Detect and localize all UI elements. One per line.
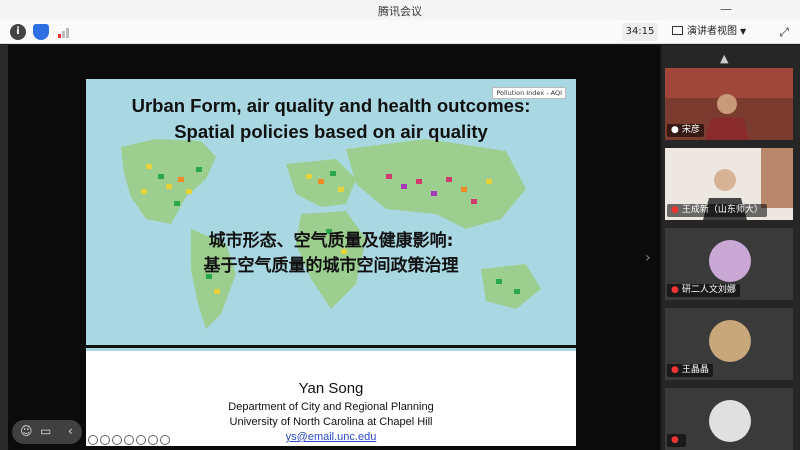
chevron-down-icon: ▼ <box>740 27 747 36</box>
muted-microphone-icon: ● <box>671 205 679 215</box>
participant-video-tile[interactable]: ● 王成新（山东师大） <box>665 148 793 220</box>
avatar <box>709 240 751 282</box>
view-label: 演讲者视图 <box>687 26 737 37</box>
participant-name: 研二人文刘娜 <box>681 285 736 295</box>
avatar <box>709 320 751 362</box>
emoji-icon[interactable]: ☺ <box>20 424 33 438</box>
page-icon[interactable] <box>148 435 158 445</box>
muted-microphone-icon: ● <box>671 435 679 445</box>
presentation-slide: Pollution Index - AQI Urban Form, air qu… <box>86 79 576 446</box>
annotation-controls: ☺ ▭ ‹ <box>12 420 82 444</box>
fullscreen-icon[interactable]: ⤢ <box>776 24 792 40</box>
minimize-button[interactable]: — <box>720 2 732 16</box>
participant-name: 王晶晶 <box>681 365 709 375</box>
layout-icon <box>672 26 683 35</box>
participant-name: 王成新（山东师大） <box>681 205 763 215</box>
affiliation-department: Department of City and Regional Planning <box>228 401 434 413</box>
participant-avatar-tile[interactable]: ● <box>665 388 793 450</box>
page-icon[interactable] <box>124 435 134 445</box>
slide-chinese-title: 城市形态、空气质量及健康影响: 基于空气质量的城市空间政策治理 <box>86 229 576 279</box>
page-icon[interactable] <box>160 435 170 445</box>
page-icon[interactable] <box>88 435 98 445</box>
chinese-title-line-2: 基于空气质量的城市空间政策治理 <box>203 256 459 276</box>
participant-avatar-tile[interactable]: ● 研二人文刘娜 <box>665 228 793 300</box>
participant-video-tile[interactable]: ● 宋彦 <box>665 68 793 140</box>
slide-mini-controls <box>88 430 172 449</box>
author-name: Yan Song <box>298 380 364 397</box>
chevron-right-icon[interactable]: › <box>645 250 651 266</box>
title-bar: 腾讯会议 — <box>0 0 800 20</box>
page-icon[interactable] <box>136 435 146 445</box>
shield-icon[interactable] <box>33 24 49 40</box>
affiliation-university: University of North Carolina at Chapel H… <box>229 416 433 428</box>
slide-title-line-1: Urban Form, air quality and health outco… <box>131 95 531 116</box>
participant-avatar-tile[interactable]: ● 王晶晶 <box>665 308 793 380</box>
app-title: 腾讯会议 <box>378 5 422 18</box>
slide-divider <box>86 345 576 348</box>
chinese-title-line-1: 城市形态、空气质量及健康影响: <box>208 231 454 251</box>
chevron-left-icon[interactable]: ‹ <box>68 424 73 438</box>
left-edge <box>0 45 8 450</box>
meeting-timer: 34:15 <box>622 23 658 41</box>
speaker-view-button[interactable]: 演讲者视图 ▼ <box>672 23 760 41</box>
avatar <box>709 400 751 442</box>
signal-icon[interactable] <box>55 24 71 40</box>
participant-name: 宋彦 <box>681 125 700 135</box>
slide-title: Urban Form, air quality and health outco… <box>86 93 576 145</box>
muted-microphone-icon: ● <box>671 285 679 295</box>
meeting-toolbar: i 34:15 演讲者视图 ▼ ⤢ <box>0 20 800 44</box>
page-icon[interactable] <box>112 435 122 445</box>
page-icon[interactable] <box>100 435 110 445</box>
muted-microphone-icon: ● <box>671 365 679 375</box>
slide-title-line-2: Spatial policies based on air quality <box>174 121 488 142</box>
microphone-icon: ● <box>671 125 679 135</box>
chat-icon[interactable]: ▭ <box>40 424 51 438</box>
info-icon[interactable]: i <box>10 24 26 40</box>
chevron-up-icon[interactable]: ▲ <box>720 52 728 65</box>
